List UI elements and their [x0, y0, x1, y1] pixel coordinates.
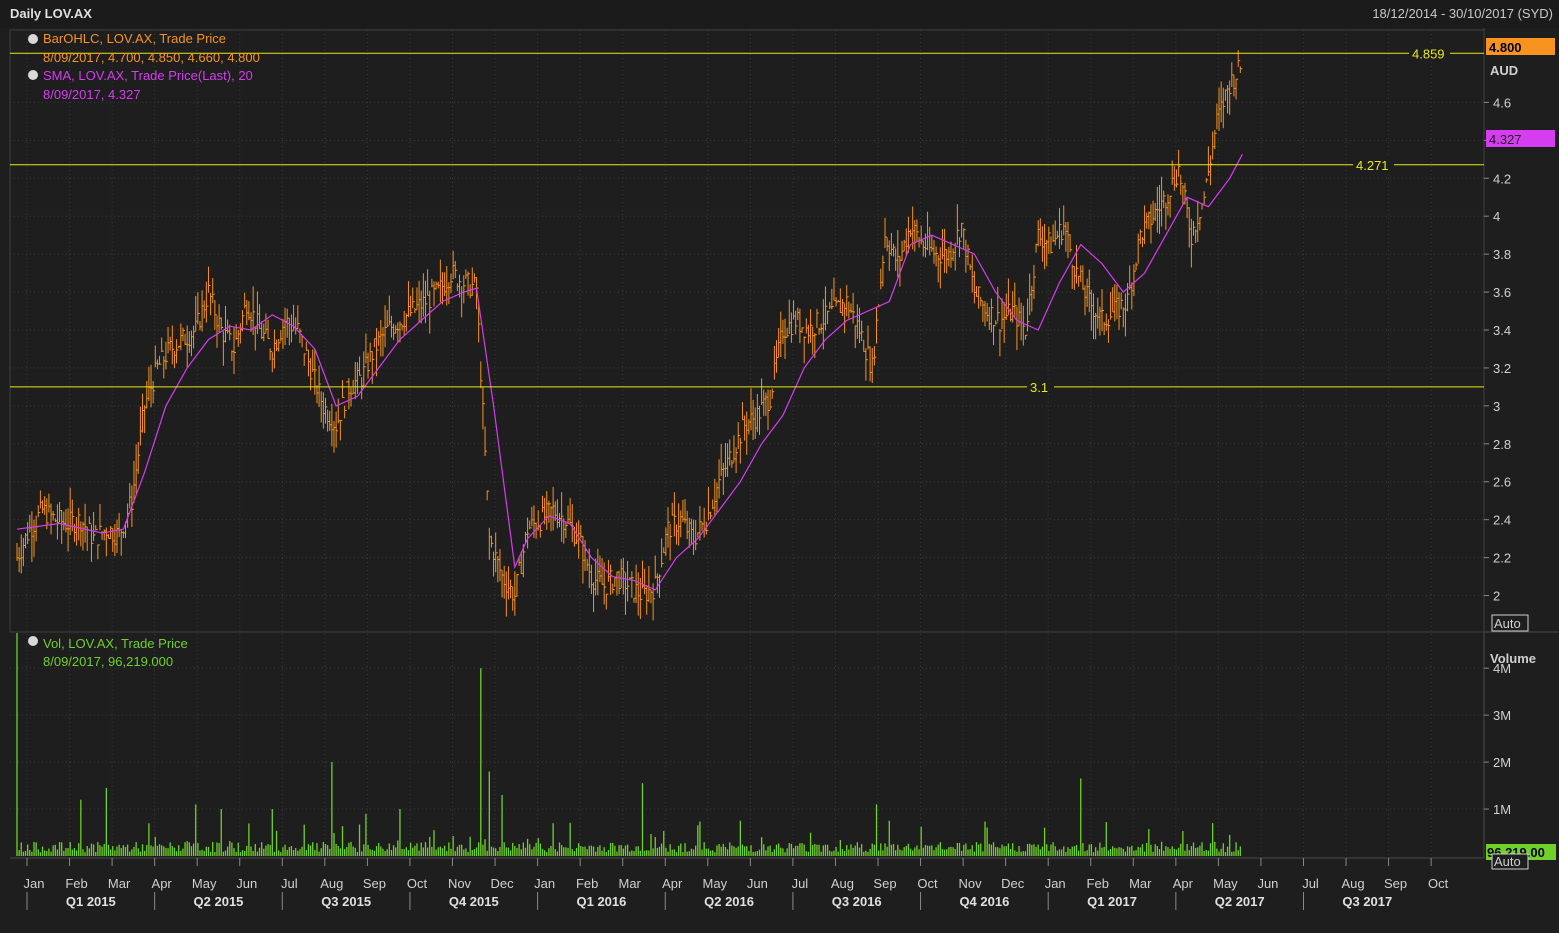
month-label: Apr: [1173, 876, 1194, 891]
legend-toggle-icon[interactable]: [28, 636, 38, 646]
price-tick-label: 3.4: [1493, 323, 1511, 338]
month-label: Nov: [448, 876, 472, 891]
chart-window: Daily LOV.AX 18/12/2014 - 30/10/2017 (SY…: [0, 0, 1559, 933]
ohlc-legend-value: 8/09/2017, 4.700, 4.850, 4.660, 4.800: [43, 50, 260, 65]
month-label: Jun: [236, 876, 257, 891]
month-label: May: [192, 876, 217, 891]
month-label: Sep: [363, 876, 386, 891]
price-tick-label: 2: [1493, 589, 1500, 604]
month-label: Aug: [320, 876, 343, 891]
month-label: Oct: [917, 876, 938, 891]
quarter-label: Q1 2017: [1087, 894, 1137, 909]
chart-header: Daily LOV.AX 18/12/2014 - 30/10/2017 (SY…: [0, 0, 1559, 29]
price-tick-label: 2.6: [1493, 475, 1511, 490]
month-label: Apr: [662, 876, 683, 891]
quarter-label: Q4 2016: [959, 894, 1009, 909]
volume-tick-label: 1M: [1493, 802, 1511, 817]
price-tick-label: 3.6: [1493, 285, 1511, 300]
month-label: Jun: [1257, 876, 1278, 891]
quarter-label: Q3 2017: [1342, 894, 1392, 909]
legend-toggle-icon[interactable]: [28, 34, 38, 44]
quarter-label: Q2 2017: [1215, 894, 1265, 909]
price-tick-label: 2.2: [1493, 551, 1511, 566]
auto-scale-label-vol: Auto: [1494, 854, 1521, 869]
volume-unit-label: Volume: [1490, 651, 1536, 666]
quarter-label: Q1 2016: [576, 894, 626, 909]
volume-legend-value: 8/09/2017, 96,219.000: [43, 654, 173, 669]
date-range: 18/12/2014 - 30/10/2017 (SYD): [1372, 6, 1553, 21]
volume-tick-label: 3M: [1493, 708, 1511, 723]
month-label: Nov: [959, 876, 983, 891]
reference-line-label: 3.1: [1030, 380, 1048, 395]
price-tick-label: 4.6: [1493, 95, 1511, 110]
month-label: May: [703, 876, 728, 891]
quarter-label: Q2 2016: [704, 894, 754, 909]
quarter-label: Q1 2015: [66, 894, 116, 909]
month-label: Dec: [490, 876, 514, 891]
quarter-label: Q3 2015: [321, 894, 371, 909]
auto-scale-label: Auto: [1494, 616, 1521, 631]
month-label: Feb: [576, 876, 598, 891]
volume-tick-label: 2M: [1493, 755, 1511, 770]
month-label: May: [1213, 876, 1238, 891]
quarter-label: Q4 2015: [449, 894, 499, 909]
month-label: Feb: [65, 876, 87, 891]
price-volume-chart[interactable]: 4.859 4.271 3.1 2 2.2 2.4 2.6 2.8 3 3.2 3.4 3.6 3.8…: [0, 28, 1559, 933]
month-label: Jan: [1045, 876, 1066, 891]
month-label: Mar: [108, 876, 131, 891]
month-label: Mar: [619, 876, 642, 891]
price-tick-label: 3.8: [1493, 247, 1511, 262]
price-tick-label: 3: [1493, 399, 1500, 414]
month-label: Dec: [1001, 876, 1025, 891]
last-price-tag-text: 4.800: [1489, 40, 1522, 55]
price-tick-label: 4.2: [1493, 171, 1511, 186]
quarter-label: Q3 2016: [832, 894, 882, 909]
month-label: Sep: [873, 876, 896, 891]
sma-legend-value: 8/09/2017, 4.327: [43, 87, 141, 102]
volume-legend-name: Vol, LOV.AX, Trade Price: [43, 636, 188, 651]
month-label: Jan: [534, 876, 555, 891]
month-label: Mar: [1129, 876, 1152, 891]
month-label: Jul: [792, 876, 809, 891]
sma-tag-text: 4.327: [1489, 132, 1522, 147]
month-label: Aug: [1341, 876, 1364, 891]
price-tick-label: 2.4: [1493, 513, 1511, 528]
month-label: Apr: [152, 876, 173, 891]
chart-title: Daily LOV.AX: [10, 6, 92, 21]
quarter-label: Q2 2015: [194, 894, 244, 909]
reference-line-label: 4.859: [1412, 46, 1445, 61]
price-tick-label: 3.2: [1493, 361, 1511, 376]
month-label: Jul: [281, 876, 298, 891]
month-label: Oct: [407, 876, 428, 891]
legend-toggle-icon[interactable]: [28, 70, 38, 80]
month-label: Feb: [1087, 876, 1109, 891]
reference-line-label: 4.271: [1356, 158, 1389, 173]
month-label: Jun: [747, 876, 768, 891]
month-label: Jul: [1302, 876, 1319, 891]
price-unit-label: AUD: [1490, 63, 1518, 78]
month-label: Jan: [24, 876, 45, 891]
month-label: Aug: [831, 876, 854, 891]
sma-legend-name: SMA, LOV.AX, Trade Price(Last), 20: [43, 68, 253, 83]
month-label: Sep: [1384, 876, 1407, 891]
chart-background: [0, 28, 1559, 933]
ohlc-legend-name: BarOHLC, LOV.AX, Trade Price: [43, 31, 226, 46]
price-tick-label: 4: [1493, 209, 1500, 224]
price-tick-label: 2.8: [1493, 437, 1511, 452]
month-label: Oct: [1428, 876, 1449, 891]
